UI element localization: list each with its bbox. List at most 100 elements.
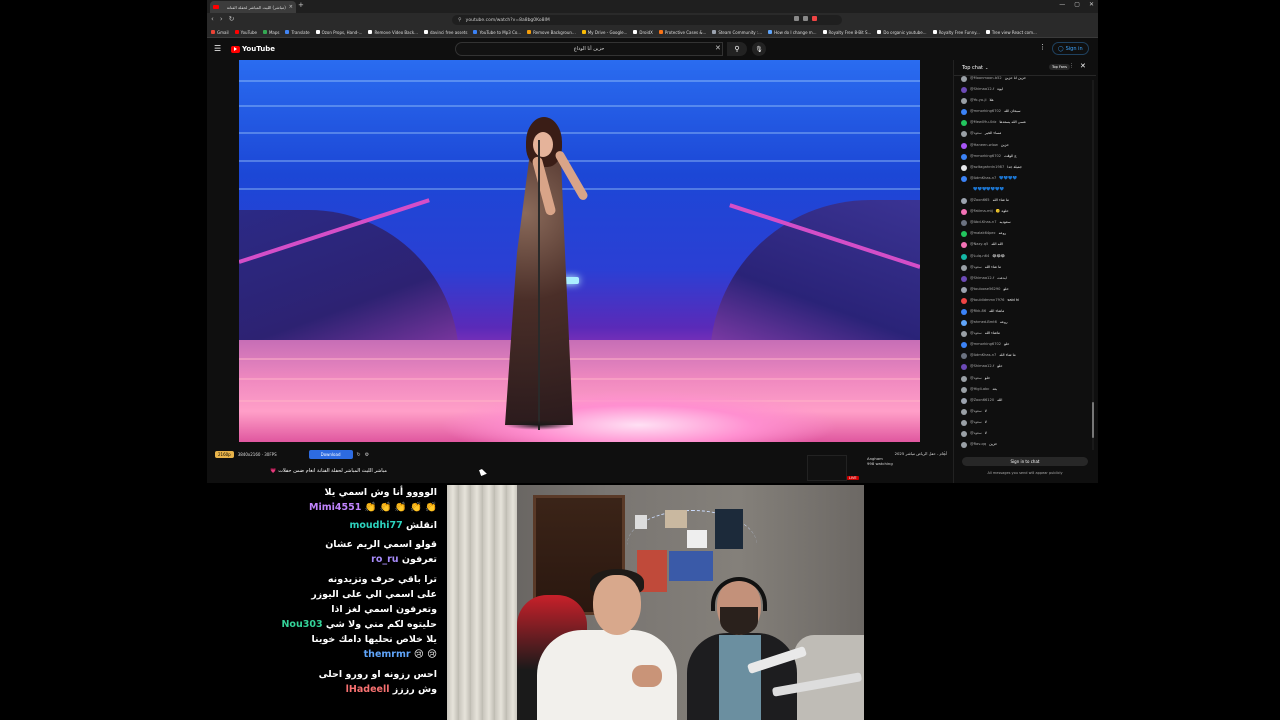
chat-author[interactable]: @سعود [970, 409, 982, 413]
avatar[interactable] [961, 109, 967, 116]
bookmark-item[interactable]: davinci free assets [423, 30, 467, 35]
chat-author[interactable]: @Zoon665 [970, 198, 990, 202]
chat-author[interactable]: @سعود [970, 331, 982, 335]
live-chat-message[interactable]: @touloose56290 حلو [961, 286, 1092, 298]
chat-author[interactable]: @سعود [970, 265, 982, 269]
avatar[interactable] [961, 186, 967, 193]
live-chat-message[interactable]: @touldidmmn7976 said hi [961, 297, 1092, 309]
bookmark-item[interactable]: Protective Cases &... [658, 30, 706, 35]
bookmark-item[interactable]: Remove Backgroun... [527, 30, 576, 35]
avatar[interactable] [961, 76, 967, 82]
chat-author[interactable]: @Higli-abc [970, 387, 989, 391]
live-chat-message[interactable]: @malak64pec روعه [961, 231, 1092, 242]
live-chat-message[interactable]: @سعود ما شاء الله [961, 264, 1092, 276]
close-chat-icon[interactable]: ✕ [1080, 62, 1086, 70]
live-chat-message[interactable]: @Nazy-q5 الله الله [961, 242, 1092, 253]
refresh-icon[interactable]: ↻ [357, 452, 361, 458]
chat-author[interactable]: @malak64pec [970, 231, 996, 235]
chat-scrollbar-thumb[interactable] [1092, 402, 1094, 438]
live-chat-message[interactable]: @سعود حلو [961, 375, 1092, 387]
avatar[interactable] [961, 386, 967, 393]
live-chat-message[interactable]: @Moonmoon-b52 حزين انا حزين [961, 76, 1092, 87]
bookmark-item[interactable]: Remove Video Back... [368, 30, 418, 35]
avatar[interactable] [961, 431, 967, 437]
avatar[interactable] [961, 220, 967, 227]
suggested-video-info[interactable]: أنغام - حفل الرياض مباشر 2025 Angham 998… [867, 451, 947, 466]
live-chat-message[interactable]: @Shimaa12-f ابدعت [961, 275, 1092, 287]
chat-author[interactable]: @سعود [970, 131, 982, 135]
live-chat-message[interactable]: @Yo-yo-ji هلا [961, 98, 1092, 109]
omnibox[interactable]: ⚲ youtube.com/watch?v=8a8bg0Ko8IM [452, 15, 842, 25]
search-input[interactable]: حزين أنا الوداع [455, 42, 723, 56]
avatar[interactable] [961, 297, 967, 304]
suggested-video-thumbnail[interactable] [807, 455, 847, 481]
bookmark-item[interactable]: Royalty Free Funny... [932, 30, 980, 35]
chat-author[interactable]: @Mew09u-0dz [970, 120, 996, 124]
signin-to-chat-button[interactable]: Sign in to chat [962, 457, 1088, 466]
settings-kebab-icon[interactable]: ⋮ [1039, 43, 1046, 51]
live-chat-message[interactable]: @Lulq-n64 😂😂😂 [961, 253, 1092, 265]
live-chat-message[interactable]: @Fatima-mtj حلوه 🙂 [961, 209, 1092, 220]
bookmark-item[interactable]: Steam Community :... [712, 30, 762, 35]
chat-author[interactable]: @ahmed-Bmt6 [970, 320, 997, 324]
site-info-icon[interactable]: ⚲ [458, 17, 462, 23]
avatar[interactable] [961, 408, 967, 415]
avatar[interactable] [961, 331, 967, 338]
live-chat-message[interactable]: @azItagahrdn1987 جميلة جدا [961, 164, 1092, 176]
avatar[interactable] [961, 442, 967, 449]
chat-author[interactable]: @Shimaa12-f [970, 276, 994, 280]
chat-author[interactable]: @touloose56290 [970, 287, 1000, 291]
live-chat-message[interactable]: @Zoon665 ما شاء الله [961, 198, 1092, 209]
live-chat-message[interactable]: @Rav-qq حزين [961, 442, 1092, 450]
bookmark-item[interactable]: Tree view React com... [985, 30, 1037, 35]
bookmark-item[interactable]: My Drive - Google... [581, 30, 627, 35]
chat-scrollbar[interactable] [1092, 80, 1094, 450]
chat-author[interactable]: @azItagahrdn1987 [970, 165, 1004, 169]
close-window-icon[interactable]: ✕ [1089, 1, 1094, 8]
chat-author[interactable]: @Lulq-n64 [970, 254, 989, 258]
live-chat-message[interactable]: @Mew09u-0dz عسى الله يسعدها [961, 120, 1092, 131]
hamburger-menu-icon[interactable]: ☰ [214, 44, 221, 53]
chat-author[interactable]: @Rkk-86 [970, 309, 986, 313]
settings-gear-icon[interactable]: ⚙ [365, 452, 369, 458]
chat-author[interactable]: @touldidmmn7976 [970, 298, 1004, 302]
extension-icon[interactable] [794, 16, 799, 21]
forward-icon[interactable]: › [220, 15, 223, 23]
chat-author[interactable]: @Shimaa12-f [970, 87, 994, 91]
avatar[interactable] [961, 209, 967, 216]
bookmark-item[interactable]: Translate [285, 30, 310, 35]
bookmark-item[interactable]: Gmail [211, 30, 229, 35]
live-chat-message[interactable]: @سعود مساء الخير [961, 131, 1092, 142]
browser-tab-active[interactable]: (مباشر) الليث المباشر لحفلة الفنانة × [210, 1, 296, 13]
avatar[interactable] [961, 153, 967, 160]
live-chat-message[interactable]: @سعود لا [961, 431, 1092, 442]
live-chat-message[interactable]: @mmorking6702 حلو [961, 342, 1092, 353]
chat-author[interactable]: @Shimaa12-f [970, 364, 994, 368]
voice-search-button[interactable]: 🎙 [752, 42, 766, 56]
avatar[interactable] [961, 353, 967, 360]
avatar[interactable] [961, 175, 967, 182]
live-chat-message[interactable]: @Shimaa12-f حلو [961, 364, 1092, 375]
extension-icon[interactable] [812, 16, 817, 21]
live-chat-message[interactable]: @Haneen-wlow حزين [961, 142, 1092, 154]
back-icon[interactable]: ‹ [211, 15, 214, 23]
suggested-video-menu-icon[interactable]: ⋮ [942, 451, 947, 457]
search-button[interactable]: ⚲ [727, 42, 747, 56]
chat-author[interactable]: @Yo-yo-ji [970, 98, 987, 102]
live-chat-message[interactable]: @mmorking6702 سبحان الله [961, 109, 1092, 120]
avatar[interactable] [961, 308, 967, 315]
avatar[interactable] [961, 419, 967, 426]
avatar[interactable] [961, 253, 967, 260]
chat-author[interactable]: @AdmKhas-n7 [970, 176, 996, 180]
clear-search-icon[interactable]: ✕ [715, 44, 721, 52]
avatar[interactable] [961, 275, 967, 282]
avatar[interactable] [961, 364, 967, 371]
live-chat-message[interactable]: @سعود لا [961, 408, 1092, 420]
chat-author[interactable]: @mmorking6702 [970, 154, 1001, 158]
avatar[interactable] [961, 375, 967, 382]
bookmark-item[interactable]: DroidX [633, 30, 653, 35]
avatar[interactable] [961, 98, 967, 105]
chat-author[interactable]: @Rav-qq [970, 442, 986, 446]
video-player[interactable] [239, 60, 920, 442]
live-chat-message[interactable]: 💙💙💙💙💙💙💙 [961, 186, 1092, 198]
